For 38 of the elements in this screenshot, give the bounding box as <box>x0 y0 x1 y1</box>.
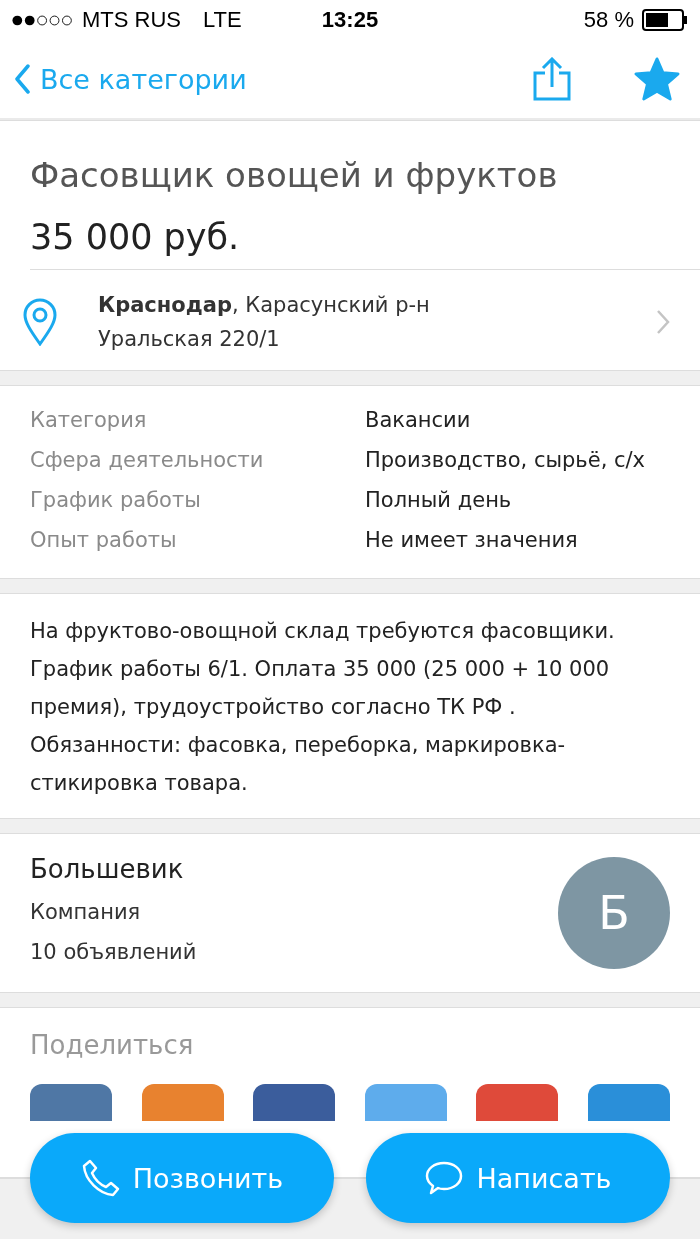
detail-value: Полный день <box>365 488 513 512</box>
listing-price: 35 000 руб. <box>30 195 700 270</box>
detail-label: График работы <box>30 488 202 512</box>
detail-label: Категория <box>30 408 148 432</box>
detail-label: Сфера деятельности <box>30 448 265 472</box>
share-heading: Поделиться <box>30 1030 195 1060</box>
detail-value: Вакансии <box>365 408 472 432</box>
listing-title: Фасовщик овощей и фруктов <box>29 154 559 195</box>
phone-icon <box>80 1158 121 1198</box>
battery-percent: 58 % <box>583 7 634 33</box>
back-chevron-icon <box>14 64 30 94</box>
seller-avatar: Б <box>558 857 670 969</box>
detail-label: Опыт работы <box>30 528 178 552</box>
social-share-button[interactable] <box>30 1084 112 1121</box>
message-button[interactable]: Написать <box>366 1133 670 1223</box>
address-line: Краснодар, Карасунский р-н <box>98 292 431 319</box>
description-text: На фруктово-овощной склад требуются фасовщики. График работы 6/1. Оплата 35 000 (25 000 + 10 000 премия), трудоустройство согласно ТК РФ . Обязанности: фасовка, переборка, маркировка-стикировка товара. <box>30 618 616 797</box>
detail-value: Производство, сырьё, с/х <box>365 448 647 472</box>
seller-name: Большевик <box>30 854 185 884</box>
ads-count: 10 объявлений <box>30 939 197 966</box>
carrier-name: MTS RUS <box>82 7 181 33</box>
back-link[interactable]: Все категории <box>14 63 247 95</box>
social-share-button[interactable] <box>253 1084 336 1121</box>
social-share-button[interactable] <box>476 1084 559 1121</box>
call-button[interactable]: Позвонить <box>30 1133 334 1223</box>
social-share-button[interactable] <box>587 1084 670 1121</box>
address-line: Уральская 220/1 <box>98 326 281 353</box>
signal-icon <box>12 13 74 27</box>
star-icon[interactable] <box>634 57 680 101</box>
social-share-button[interactable] <box>141 1084 224 1121</box>
status-time: 13:25 <box>321 7 379 33</box>
detail-value: Не имеет значения <box>365 528 579 552</box>
network-type: LTE <box>203 7 242 33</box>
share-icon[interactable] <box>532 57 572 101</box>
seller-type: Компания <box>30 899 142 926</box>
chevron-right-icon[interactable] <box>656 309 670 335</box>
location-pin-icon <box>22 298 58 346</box>
battery-icon <box>642 9 688 31</box>
